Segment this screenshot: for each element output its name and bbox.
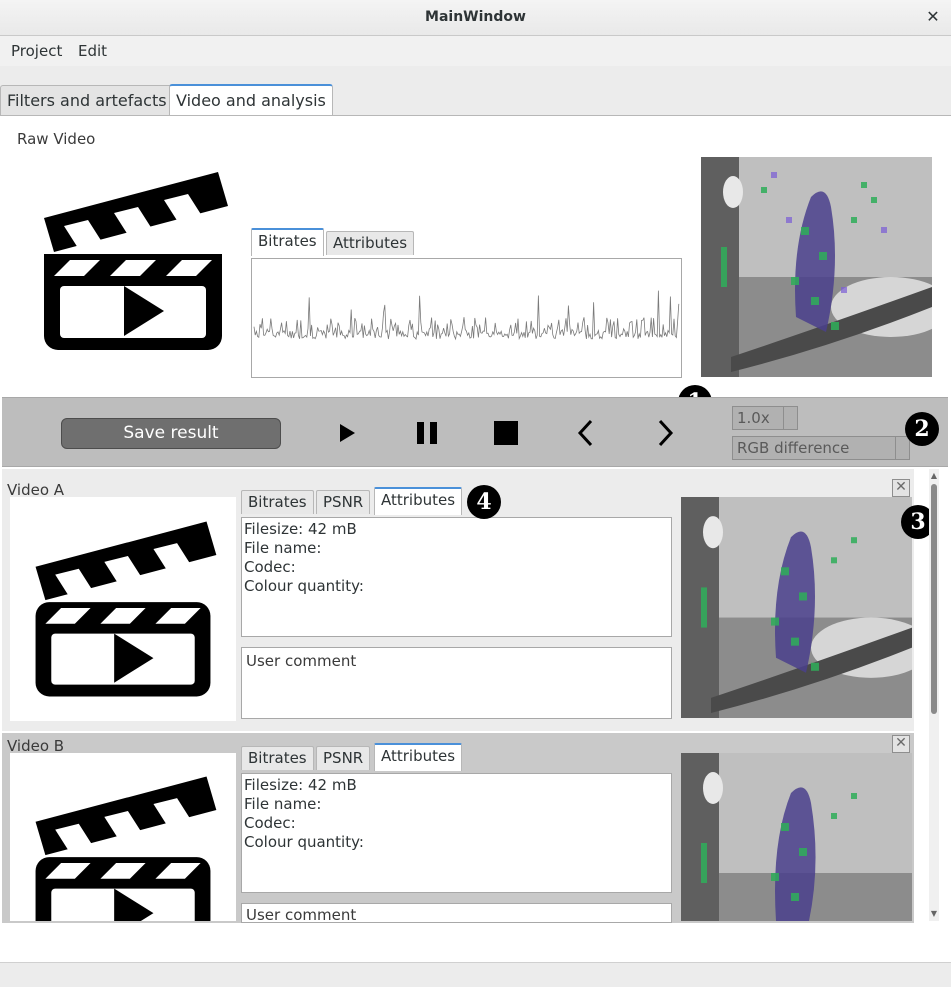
status-bar xyxy=(0,962,951,987)
menu-project[interactable]: Project xyxy=(11,42,62,60)
raw-video-label: Raw Video xyxy=(17,130,96,148)
badge-2: 2 xyxy=(905,412,939,446)
scroll-up-icon[interactable]: ▲ xyxy=(929,471,939,481)
window-titlebar: MainWindow ✕ xyxy=(0,0,951,36)
playback-speed-select[interactable]: 1.0x xyxy=(732,406,798,430)
attr-file-name: File name: xyxy=(244,539,322,557)
diff-mode-value: RGB difference xyxy=(737,439,850,457)
attr-filesize: Filesize: 42 mB xyxy=(244,520,357,538)
scroll-thumb[interactable] xyxy=(931,484,937,714)
scroll-down-icon[interactable]: ▼ xyxy=(929,909,939,919)
tab-attributes[interactable]: Attributes xyxy=(374,743,463,771)
attr-filesize: Filesize: 42 mB xyxy=(244,776,357,794)
main-tab-bar: Filters and artefacts Video and analysis xyxy=(0,66,951,117)
playback-speed-value: 1.0x xyxy=(737,409,770,427)
chevron-down-icon xyxy=(783,407,797,429)
close-video-b-icon[interactable]: ✕ xyxy=(892,735,910,753)
video-b-attributes-panel: Filesize: 42 mB File name: Codec: Colour… xyxy=(241,773,672,893)
close-icon[interactable]: ✕ xyxy=(923,6,943,28)
close-video-a-icon[interactable]: ✕ xyxy=(892,479,910,497)
tab-bitrates[interactable]: Bitrates xyxy=(241,490,314,514)
tab-psnr[interactable]: PSNR xyxy=(316,746,371,770)
video-a-clapperboard-icon[interactable] xyxy=(10,497,236,721)
raw-video-preview xyxy=(701,157,932,377)
chevron-down-icon xyxy=(895,437,909,459)
tab-video-and-analysis[interactable]: Video and analysis xyxy=(169,84,333,117)
menu-edit[interactable]: Edit xyxy=(78,42,107,60)
video-b-tabs: Bitrates PSNR Attributes xyxy=(241,743,541,771)
stop-icon[interactable] xyxy=(491,418,521,448)
pause-icon[interactable] xyxy=(412,418,442,448)
video-b-clapperboard-icon[interactable] xyxy=(10,753,236,921)
window-title: MainWindow xyxy=(425,9,526,25)
tab-psnr[interactable]: PSNR xyxy=(316,490,371,514)
attributes-list: Filesize: 42 mB File name: Codec: Colour… xyxy=(244,520,364,596)
raw-video-tabs: Bitrates Attributes xyxy=(251,228,681,256)
video-a-comment-field[interactable]: User comment xyxy=(241,647,672,719)
bitrate-waveform xyxy=(253,290,680,341)
video-a-preview xyxy=(681,497,912,718)
attr-codec: Codec: xyxy=(244,814,296,832)
play-icon[interactable] xyxy=(331,418,361,448)
tab-filters-and-artefacts[interactable]: Filters and artefacts xyxy=(0,85,174,116)
bitrate-line xyxy=(253,290,680,341)
attr-codec: Codec: xyxy=(244,558,296,576)
diff-mode-select[interactable]: RGB difference xyxy=(732,436,910,460)
menu-bar: Project Edit xyxy=(0,36,951,66)
playback-controls: Save result 1.0x RGB difference xyxy=(2,397,948,467)
attr-file-name: File name: xyxy=(244,795,322,813)
chevron-left-icon[interactable] xyxy=(571,418,601,448)
tab-attributes[interactable]: Attributes xyxy=(326,231,415,255)
chevron-right-icon[interactable] xyxy=(650,418,680,448)
video-b-preview xyxy=(681,753,912,921)
video-a-attributes-panel: Filesize: 42 mB File name: Codec: Colour… xyxy=(241,517,672,637)
save-result-button[interactable]: Save result xyxy=(61,418,281,449)
tab-bitrates[interactable]: Bitrates xyxy=(251,228,324,256)
attr-colour-quantity: Colour quantity: xyxy=(244,577,364,595)
tab-attributes[interactable]: Attributes xyxy=(374,487,463,515)
bitrate-chart xyxy=(251,258,682,378)
video-list-scrollbar[interactable]: ▲ ▼ xyxy=(929,469,939,921)
raw-video-clapperboard-icon[interactable] xyxy=(18,150,248,372)
tab-bitrates[interactable]: Bitrates xyxy=(241,746,314,770)
attributes-list: Filesize: 42 mB File name: Codec: Colour… xyxy=(244,776,364,852)
attr-colour-quantity: Colour quantity: xyxy=(244,833,364,851)
badge-4: 4 xyxy=(467,485,501,519)
video-b-comment-field[interactable]: User comment xyxy=(241,903,672,923)
